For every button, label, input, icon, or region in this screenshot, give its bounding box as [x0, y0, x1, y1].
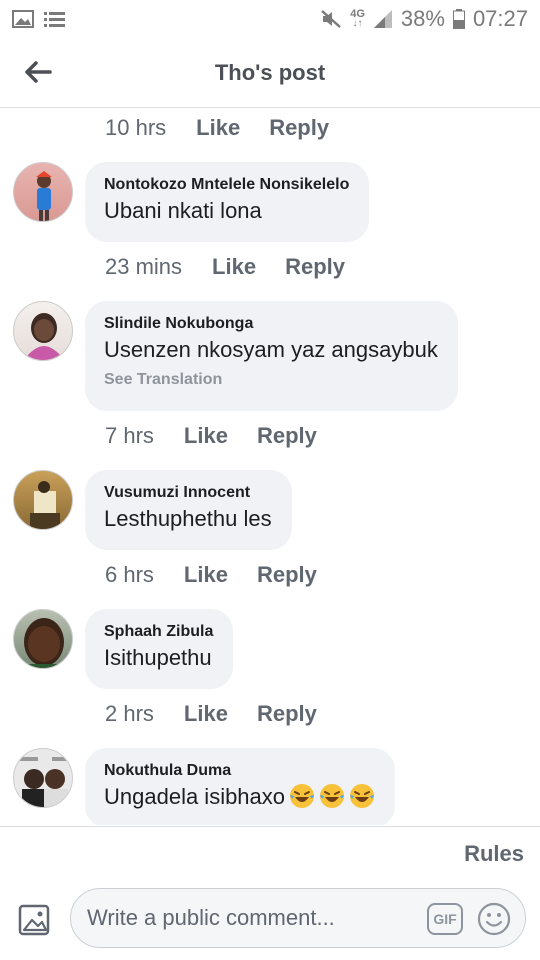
like-button[interactable]: Like	[184, 423, 228, 449]
smiley-icon	[477, 902, 511, 936]
battery-icon	[452, 9, 465, 29]
comment-bubble[interactable]: Slindile Nokubonga Usenzen nkosyam yaz a…	[85, 301, 458, 411]
comment-meta: 2 hrs Like Reply	[105, 695, 317, 733]
reply-button[interactable]: Reply	[257, 562, 317, 588]
reply-button[interactable]: Reply	[269, 115, 329, 141]
comment-time: 6 hrs	[105, 562, 154, 587]
like-button[interactable]: Like	[184, 562, 228, 588]
comment-time: 2 hrs	[105, 701, 154, 726]
avatar[interactable]	[13, 162, 73, 222]
comment-meta: 7 hrs Like Reply	[105, 417, 317, 455]
comment-time: 7 hrs	[105, 423, 154, 448]
clock: 07:27	[472, 6, 528, 31]
add-photo-button[interactable]	[16, 900, 54, 938]
emoji-button[interactable]	[477, 902, 511, 936]
reply-button[interactable]: Reply	[257, 423, 317, 449]
comment-bubble[interactable]: Vusumuzi Innocent Lesthuphethu les	[85, 470, 292, 550]
crying-laughing-face-icon	[350, 784, 375, 808]
comment-text: Ubani nkati lona	[104, 198, 262, 223]
post-header: Tho's post	[0, 38, 540, 108]
photo-icon	[18, 904, 50, 936]
see-translation-link[interactable]: See Translation	[104, 371, 438, 389]
like-button[interactable]: Like	[184, 701, 228, 727]
comment-text: Ungadela isibhaxo	[104, 782, 375, 812]
avatar[interactable]	[13, 609, 73, 669]
comment-input[interactable]	[87, 905, 407, 931]
reply-button[interactable]: Reply	[285, 254, 345, 280]
comment-text: Usenzen nkosyam yaz angsaybuk	[104, 337, 438, 362]
crying-laughing-face-icon	[290, 784, 315, 808]
list-notification-icon	[44, 10, 66, 28]
battery-percent: 38%	[400, 6, 445, 31]
comment-author[interactable]: Nontokozo Mntelele Nonsikelelo	[104, 174, 349, 196]
avatar[interactable]	[13, 748, 73, 808]
crying-laughing-face-icon	[320, 784, 345, 808]
comment-input-wrapper[interactable]: GIF	[70, 888, 526, 948]
like-button[interactable]: Like	[196, 115, 240, 141]
like-button[interactable]: Like	[212, 254, 256, 280]
comment-time: 10 hrs	[105, 115, 167, 140]
comment-bubble[interactable]: Sphaah Zibula Isithupethu	[85, 609, 234, 689]
comment-meta: 10 hrs Like Reply	[105, 109, 329, 147]
gallery-notification-icon	[12, 10, 34, 28]
comment-text: Lesthuphethu les	[104, 506, 272, 531]
comment-meta: 23 mins Like Reply	[105, 248, 345, 286]
signal-icon	[373, 9, 393, 29]
comment-text-body: Ungadela isibhaxo	[104, 784, 286, 809]
page-title: Tho's post	[214, 59, 326, 85]
network-4g-icon: 4G ↓↑	[350, 8, 365, 29]
comments-list[interactable]: 10 hrs Like Reply Nontokozo Mntelele Non…	[0, 109, 540, 825]
comment-time: 23 mins	[105, 254, 183, 279]
comment-bubble[interactable]: Nokuthula Duma Ungadela isibhaxo	[85, 748, 396, 825]
status-bar: 4G ↓↑ 38% 07:27	[0, 0, 540, 38]
back-arrow-icon	[25, 61, 52, 83]
mute-icon	[320, 9, 342, 29]
gif-button[interactable]: GIF	[427, 903, 463, 935]
comment-author[interactable]: Slindile Nokubonga	[104, 313, 438, 335]
comment-text: Isithupethu	[104, 645, 212, 670]
comment-composer: GIF	[0, 878, 540, 960]
avatar[interactable]	[13, 301, 73, 361]
reply-button[interactable]: Reply	[257, 701, 317, 727]
rules-link[interactable]: Rules	[464, 841, 524, 867]
comment-meta: 6 hrs Like Reply	[105, 556, 317, 594]
comment-bubble[interactable]: Nontokozo Mntelele Nonsikelelo Ubani nka…	[85, 162, 370, 242]
comment-author[interactable]: Vusumuzi Innocent	[104, 482, 272, 504]
comment-author[interactable]: Nokuthula Duma	[104, 760, 375, 782]
avatar[interactable]	[13, 470, 73, 530]
rules-bar: Rules	[0, 826, 540, 878]
back-button[interactable]	[18, 52, 58, 92]
comment-author[interactable]: Sphaah Zibula	[104, 621, 213, 643]
